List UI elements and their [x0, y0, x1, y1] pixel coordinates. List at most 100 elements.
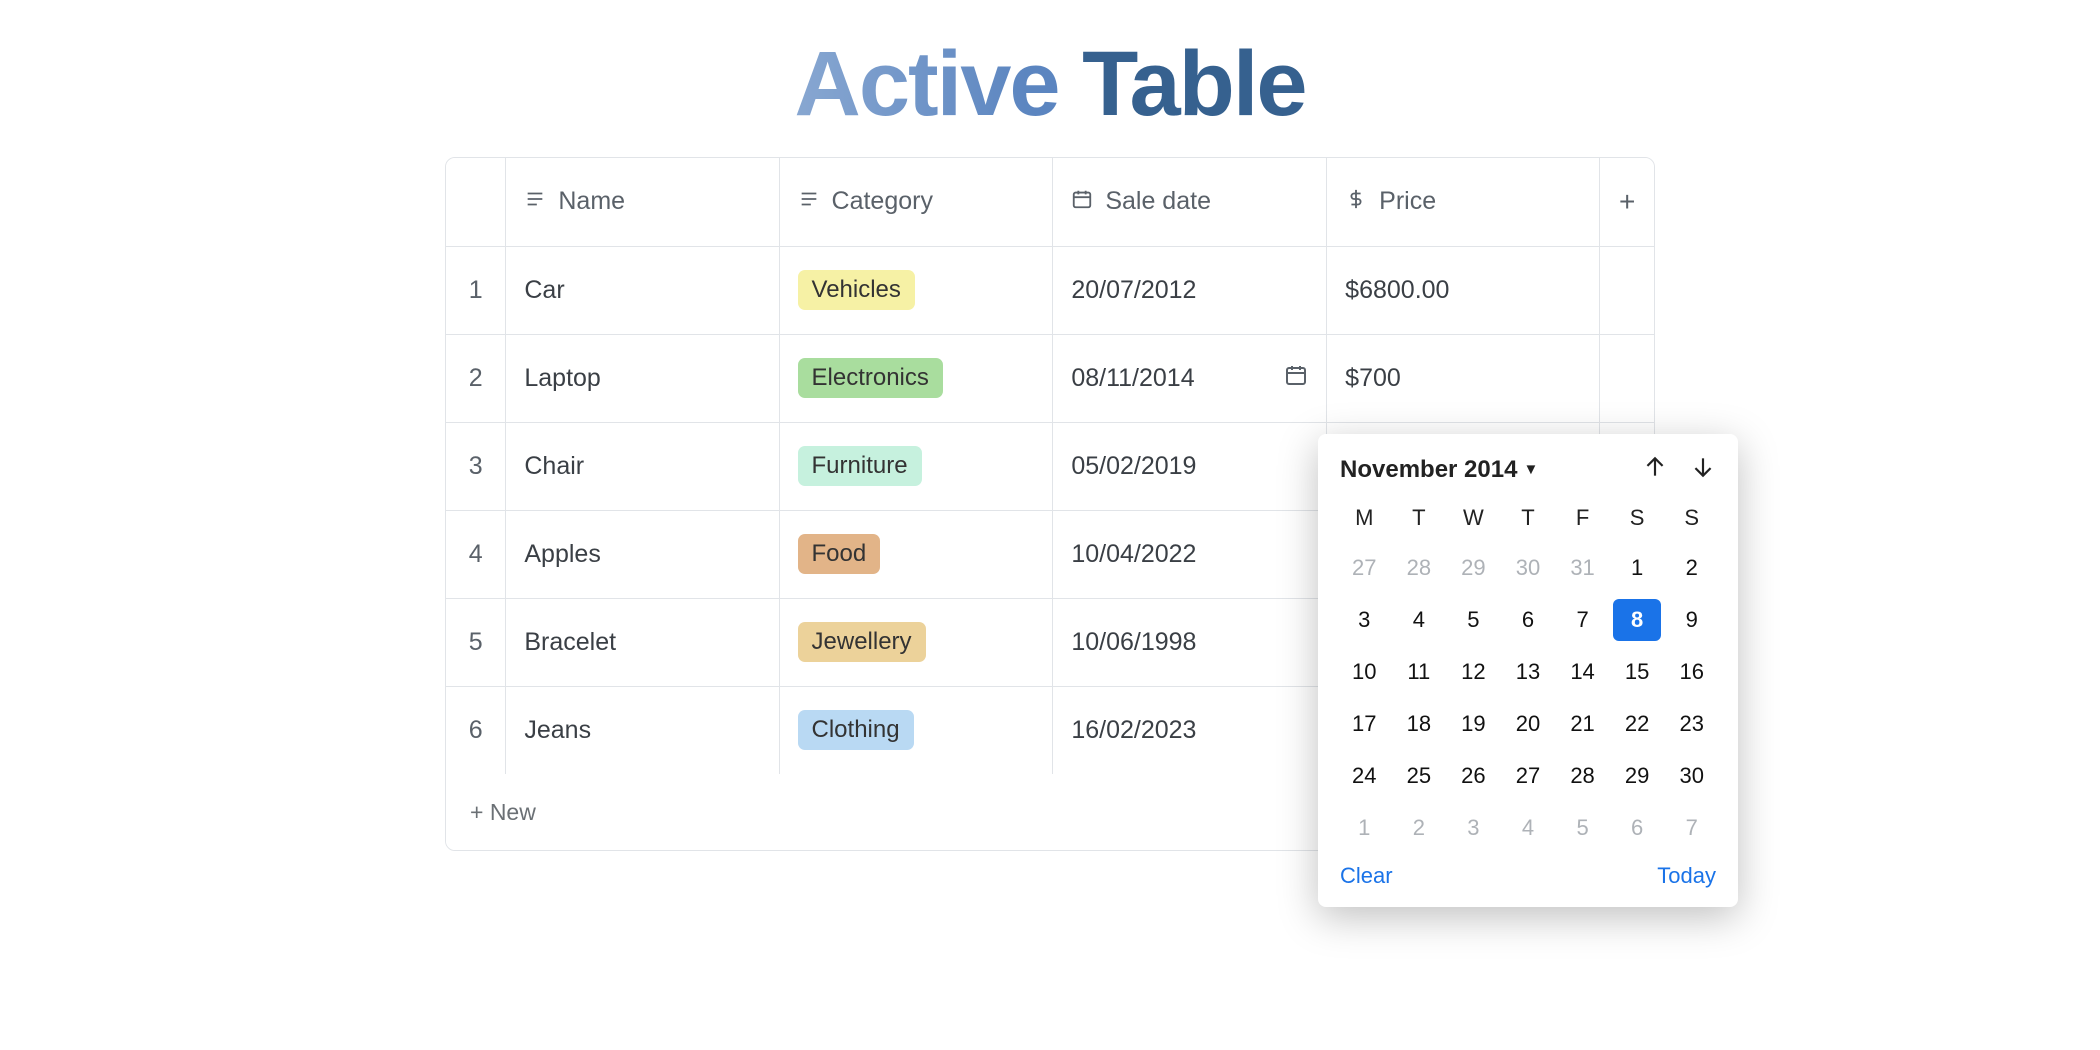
- calendar-day[interactable]: 7: [1667, 807, 1716, 849]
- cell-sale-date[interactable]: 20/07/2012: [1053, 246, 1327, 334]
- calendar-day[interactable]: 1: [1613, 547, 1662, 589]
- header-sale-date-label: Sale date: [1105, 187, 1211, 215]
- cell-category[interactable]: Vehicles: [779, 246, 1053, 334]
- cell-sale-date[interactable]: 10/06/1998: [1053, 598, 1327, 686]
- calendar-clear-button[interactable]: Clear: [1340, 863, 1393, 889]
- cell-name[interactable]: Laptop: [506, 334, 779, 422]
- calendar-day[interactable]: 5: [1449, 599, 1498, 641]
- calendar-day[interactable]: 1: [1340, 807, 1389, 849]
- date-value: 10/04/2022: [1071, 540, 1196, 569]
- calendar-day[interactable]: 3: [1449, 807, 1498, 849]
- calendar-day[interactable]: 20: [1504, 703, 1553, 745]
- header-sale-date[interactable]: Sale date: [1053, 158, 1327, 246]
- date-value: 16/02/2023: [1071, 716, 1196, 745]
- cell-price[interactable]: $6800.00: [1327, 246, 1600, 334]
- row-index: 1: [446, 246, 506, 334]
- title-word-1: Active: [794, 33, 1058, 135]
- calendar-day[interactable]: 27: [1504, 755, 1553, 797]
- calendar-day[interactable]: 27: [1340, 547, 1389, 589]
- calendar-day[interactable]: 2: [1395, 807, 1444, 849]
- calendar-day[interactable]: 19: [1449, 703, 1498, 745]
- category-tag: Jewellery: [798, 622, 926, 662]
- calendar-day[interactable]: 6: [1613, 807, 1662, 849]
- caret-down-icon: ▼: [1523, 461, 1538, 478]
- header-index: [446, 158, 506, 246]
- calendar-day[interactable]: 15: [1613, 651, 1662, 693]
- calendar-day[interactable]: 4: [1395, 599, 1444, 641]
- date-value: 05/02/2019: [1071, 452, 1196, 481]
- calendar-day[interactable]: 7: [1558, 599, 1607, 641]
- calendar-day[interactable]: 18: [1395, 703, 1444, 745]
- calendar-day[interactable]: 6: [1504, 599, 1553, 641]
- next-month-button[interactable]: [1690, 454, 1716, 485]
- header-name[interactable]: Name: [506, 158, 779, 246]
- cell-trailing: [1600, 246, 1654, 334]
- calendar-day[interactable]: 4: [1504, 807, 1553, 849]
- cell-category[interactable]: Clothing: [779, 686, 1053, 774]
- calendar-title: November 2014: [1340, 456, 1517, 484]
- cell-sale-date[interactable]: 10/04/2022: [1053, 510, 1327, 598]
- calendar-day[interactable]: 2: [1667, 547, 1716, 589]
- cell-category[interactable]: Jewellery: [779, 598, 1053, 686]
- calendar-day[interactable]: 3: [1340, 599, 1389, 641]
- cell-name[interactable]: Jeans: [506, 686, 779, 774]
- page-title: Active Table: [0, 0, 2100, 157]
- cell-category[interactable]: Food: [779, 510, 1053, 598]
- cell-name[interactable]: Car: [506, 246, 779, 334]
- plus-icon: +: [1619, 186, 1635, 217]
- category-tag: Electronics: [798, 358, 943, 398]
- date-value: 08/11/2014: [1071, 364, 1194, 393]
- header-price[interactable]: Price: [1327, 158, 1600, 246]
- row-index: 4: [446, 510, 506, 598]
- cell-sale-date[interactable]: 05/02/2019: [1053, 422, 1327, 510]
- calendar-month-selector[interactable]: November 2014 ▼: [1340, 456, 1538, 484]
- date-picker-popup: November 2014 ▼ MTWTFSS27282930311234567…: [1318, 434, 1738, 907]
- calendar-day[interactable]: 21: [1558, 703, 1607, 745]
- calendar-day[interactable]: 13: [1504, 651, 1553, 693]
- calendar-day[interactable]: 23: [1667, 703, 1716, 745]
- cell-name[interactable]: Bracelet: [506, 598, 779, 686]
- cell-category[interactable]: Electronics: [779, 334, 1053, 422]
- cell-sale-date[interactable]: 16/02/2023: [1053, 686, 1327, 774]
- prev-month-button[interactable]: [1642, 454, 1668, 485]
- calendar-today-button[interactable]: Today: [1657, 863, 1716, 889]
- calendar-day[interactable]: 11: [1395, 651, 1444, 693]
- calendar-day[interactable]: 30: [1504, 547, 1553, 589]
- calendar-day[interactable]: 10: [1340, 651, 1389, 693]
- calendar-day[interactable]: 9: [1667, 599, 1716, 641]
- calendar-icon: [1071, 188, 1093, 217]
- calendar-day[interactable]: 25: [1395, 755, 1444, 797]
- calendar-dow: S: [1667, 499, 1716, 537]
- cell-category[interactable]: Furniture: [779, 422, 1053, 510]
- header-price-label: Price: [1379, 187, 1436, 215]
- calendar-day[interactable]: 5: [1558, 807, 1607, 849]
- calendar-day[interactable]: 12: [1449, 651, 1498, 693]
- calendar-day[interactable]: 22: [1613, 703, 1662, 745]
- calendar-day[interactable]: 8: [1613, 599, 1662, 641]
- cell-name[interactable]: Chair: [506, 422, 779, 510]
- header-category[interactable]: Category: [779, 158, 1053, 246]
- calendar-day[interactable]: 29: [1613, 755, 1662, 797]
- new-row-label: + New: [470, 799, 536, 825]
- calendar-icon[interactable]: [1284, 363, 1308, 394]
- calendar-day[interactable]: 28: [1395, 547, 1444, 589]
- calendar-day[interactable]: 24: [1340, 755, 1389, 797]
- calendar-day[interactable]: 14: [1558, 651, 1607, 693]
- date-value: 20/07/2012: [1071, 276, 1196, 305]
- calendar-dow: W: [1449, 499, 1498, 537]
- calendar-day[interactable]: 17: [1340, 703, 1389, 745]
- row-index: 6: [446, 686, 506, 774]
- cell-name[interactable]: Apples: [506, 510, 779, 598]
- cell-sale-date[interactable]: 08/11/2014: [1053, 334, 1327, 422]
- calendar-day[interactable]: 30: [1667, 755, 1716, 797]
- add-column-button[interactable]: +: [1600, 158, 1654, 246]
- calendar-day[interactable]: 16: [1667, 651, 1716, 693]
- calendar-day[interactable]: 29: [1449, 547, 1498, 589]
- category-tag: Clothing: [798, 710, 914, 750]
- calendar-day[interactable]: 26: [1449, 755, 1498, 797]
- category-tag: Furniture: [798, 446, 922, 486]
- calendar-day[interactable]: 28: [1558, 755, 1607, 797]
- cell-price[interactable]: $700: [1327, 334, 1600, 422]
- calendar-day[interactable]: 31: [1558, 547, 1607, 589]
- calendar-dow: M: [1340, 499, 1389, 537]
